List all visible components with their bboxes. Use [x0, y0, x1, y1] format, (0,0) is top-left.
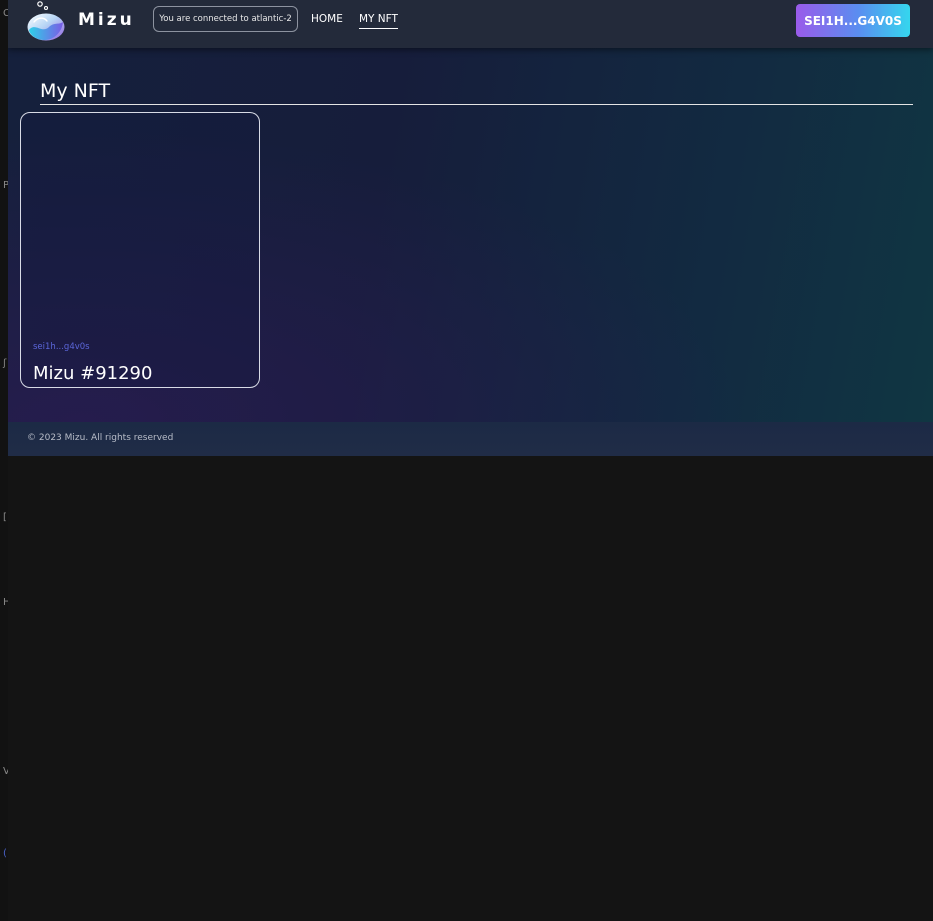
brand-name[interactable]: Mizu	[78, 10, 135, 30]
nav-link-home[interactable]: HOME	[311, 13, 343, 25]
edge-glyph: [	[3, 512, 7, 523]
edge-glyph: ʃ	[3, 358, 7, 369]
nft-card[interactable]: sei1h...g4v0s Mizu #91290	[20, 112, 260, 388]
top-navbar: Mizu You are connected to atlantic-2 HOM…	[8, 0, 933, 48]
page-footer: © 2023 Mizu. All rights reserved	[8, 422, 933, 456]
page-title: My NFT	[40, 80, 111, 102]
wallet-address-button[interactable]: SEI1H...G4V0S	[796, 4, 910, 37]
main-content: My NFT sei1h...g4v0s Mizu #91290	[8, 48, 933, 422]
edge-glyph: (	[3, 848, 7, 859]
mizu-water-drop-logo-icon[interactable]	[25, 0, 69, 44]
nft-owner-address: sei1h...g4v0s	[33, 342, 90, 352]
copyright-text: © 2023 Mizu. All rights reserved	[27, 433, 174, 443]
background-window-edge: C P ʃ [ H V (	[0, 0, 8, 921]
nav-link-my-nft[interactable]: MY NFT	[359, 13, 398, 29]
nft-name: Mizu #91290	[33, 363, 153, 384]
network-status-badge: You are connected to atlantic-2	[153, 6, 298, 32]
edge-glyph: V	[3, 766, 8, 777]
title-divider	[40, 104, 913, 105]
mizu-app: Mizu You are connected to atlantic-2 HOM…	[8, 0, 933, 456]
edge-glyph: H	[3, 597, 8, 608]
